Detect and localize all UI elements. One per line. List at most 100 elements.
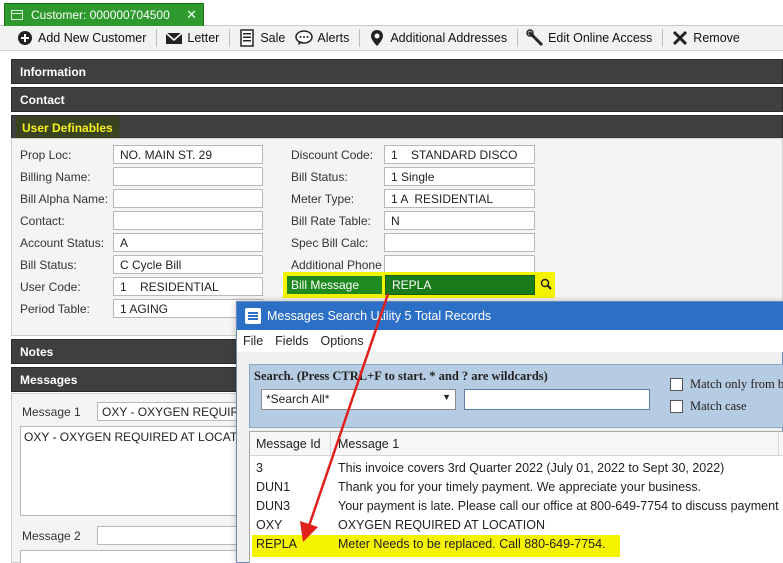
spec-bill-calc-field[interactable]	[384, 233, 535, 252]
table-row-selected[interactable]: REPLA Meter Needs to be replaced. Call 8…	[250, 535, 783, 557]
menu-fields[interactable]: Fields	[275, 334, 308, 348]
speech-bubble-icon	[295, 29, 314, 47]
alerts-button[interactable]: Alerts	[291, 28, 353, 49]
section-information[interactable]: Information	[11, 59, 783, 84]
edit-online-access-button[interactable]: Edit Online Access	[522, 28, 656, 49]
match-case-checkbox[interactable]: Match case	[670, 399, 747, 414]
message2-select[interactable]	[97, 526, 247, 545]
discount-code-label: Discount Code:	[291, 148, 374, 162]
add-icon	[16, 29, 34, 47]
row-message: Thank you for your timely payment. We ap…	[338, 480, 702, 494]
additional-addresses-button[interactable]: Additional Addresses	[364, 28, 511, 49]
bill-alpha-name-label: Bill Alpha Name:	[20, 192, 109, 206]
bill-message-field[interactable]: REPLA	[385, 275, 535, 295]
checkbox-box[interactable]	[670, 378, 683, 391]
column-message-id[interactable]: Message Id	[256, 437, 321, 451]
spec-bill-calc-label: Spec Bill Calc:	[291, 236, 369, 250]
add-new-customer-button[interactable]: Add New Customer	[12, 28, 150, 49]
section-contact-label: Contact	[20, 92, 65, 107]
tab-customer[interactable]: Customer: 000000704500 ✕	[4, 3, 204, 26]
table-row[interactable]: DUN3 Your payment is late. Please call o…	[250, 497, 783, 516]
message2-text[interactable]	[20, 550, 247, 563]
discount-code-field[interactable]: 1 STANDARD DISCO	[384, 145, 535, 164]
column-divider	[330, 432, 331, 456]
section-user-definables[interactable]: User Definables	[11, 115, 783, 140]
alerts-label: Alerts	[317, 31, 350, 45]
search-input[interactable]	[464, 389, 650, 410]
message1-text[interactable]: OXY - OXYGEN REQUIRED AT LOCATION	[20, 426, 247, 516]
table-row[interactable]: OXY OXYGEN REQUIRED AT LOCATION	[250, 516, 783, 535]
row-id: 3	[256, 461, 263, 475]
sale-button[interactable]: Sale	[234, 28, 289, 49]
contact-label: Contact:	[20, 214, 65, 228]
bill-alpha-name-field[interactable]	[113, 189, 263, 208]
toolbar-separator	[662, 29, 664, 47]
billing-name-field[interactable]	[113, 167, 263, 186]
close-icon[interactable]: ✕	[186, 7, 197, 23]
row-message: OXYGEN REQUIRED AT LOCATION	[338, 518, 545, 532]
letter-label: Letter	[187, 31, 220, 45]
prop-loc-field[interactable]: NO. MAIN ST. 29	[113, 145, 263, 164]
search-field-select[interactable]: *Search All* ▼	[261, 389, 456, 410]
tab-title: Customer: 000000704500	[31, 8, 170, 22]
section-contact[interactable]: Contact	[11, 87, 783, 112]
wrench-icon	[526, 29, 544, 47]
column-divider	[778, 432, 779, 456]
remove-button[interactable]: Remove	[667, 28, 744, 49]
magnifier-icon[interactable]	[539, 277, 553, 293]
add-new-customer-label: Add New Customer	[38, 31, 147, 45]
column-message-1[interactable]: Message 1	[338, 437, 399, 451]
bill-status-field-right[interactable]: 1 Single	[384, 167, 535, 186]
meter-type-label: Meter Type:	[291, 192, 355, 206]
section-user-definables-label: User Definables	[16, 116, 119, 139]
user-code-field[interactable]: 1 RESIDENTIAL	[113, 277, 263, 296]
table-row[interactable]: 3 This invoice covers 3rd Quarter 2022 (…	[250, 459, 783, 478]
menu-options[interactable]: Options	[321, 334, 364, 348]
search-instructions: Search. (Press CTRL+F to start. * and ? …	[254, 369, 548, 383]
map-pin-icon	[368, 29, 386, 47]
results-grid: Message Id Message 1 3 This invoice cove…	[249, 431, 783, 563]
popup-title: Messages Search Utility 5 Total Records	[267, 309, 492, 323]
user-code-label: User Code:	[20, 280, 81, 294]
prop-loc-label: Prop Loc:	[20, 148, 72, 162]
meter-type-field[interactable]: 1 A RESIDENTIAL	[384, 189, 535, 208]
sale-label: Sale	[260, 31, 286, 45]
account-status-field[interactable]: A	[113, 233, 263, 252]
contact-field[interactable]	[113, 211, 263, 230]
letter-button[interactable]: Letter	[161, 28, 223, 49]
message1-select[interactable]: OXY - OXYGEN REQUIRED AT LOCATION	[97, 402, 247, 421]
row-id: REPLA	[256, 537, 297, 551]
remove-label: Remove	[693, 31, 740, 45]
toolbar: Add New Customer Letter Sale Alerts Addi…	[0, 26, 783, 51]
account-status-label: Account Status:	[20, 236, 105, 250]
row-message: Your payment is late. Please call our of…	[338, 499, 779, 513]
tab-bar: Customer: 000000704500 ✕	[0, 0, 783, 26]
bill-status-label-right: Bill Status:	[291, 170, 348, 184]
row-message: Meter Needs to be replaced. Call 880-649…	[338, 537, 606, 551]
toolbar-separator	[359, 29, 361, 47]
row-id: DUN3	[256, 499, 291, 513]
search-panel: Search. (Press CTRL+F to start. * and ? …	[249, 364, 783, 428]
section-messages-label: Messages	[20, 372, 78, 387]
menu-file[interactable]: File	[243, 334, 263, 348]
row-id: OXY	[256, 518, 283, 532]
period-table-label: Period Table:	[20, 302, 90, 316]
envelope-icon	[165, 29, 183, 47]
match-beginning-checkbox[interactable]: Match only from be	[670, 377, 783, 392]
search-field-select-value: *Search All*	[266, 392, 330, 406]
bill-message-label: Bill Message	[287, 276, 382, 294]
section-information-label: Information	[20, 64, 86, 79]
messages-search-window: Messages Search Utility 5 Total Records …	[236, 301, 783, 563]
bill-message-label-text: Bill Message	[291, 278, 360, 292]
receipt-icon	[238, 29, 256, 47]
billing-name-label: Billing Name:	[20, 170, 91, 184]
table-row[interactable]: DUN1 Thank you for your timely payment. …	[250, 478, 783, 497]
message1-label: Message 1	[22, 405, 81, 419]
checkbox-box[interactable]	[670, 400, 683, 413]
toolbar-separator	[156, 29, 158, 47]
bill-status-field-left[interactable]: C Cycle Bill	[113, 255, 263, 274]
popup-title-bar[interactable]: Messages Search Utility 5 Total Records	[237, 302, 783, 330]
message2-label: Message 2	[22, 529, 81, 543]
bill-rate-table-field[interactable]: N	[384, 211, 535, 230]
app-icon	[245, 308, 261, 324]
